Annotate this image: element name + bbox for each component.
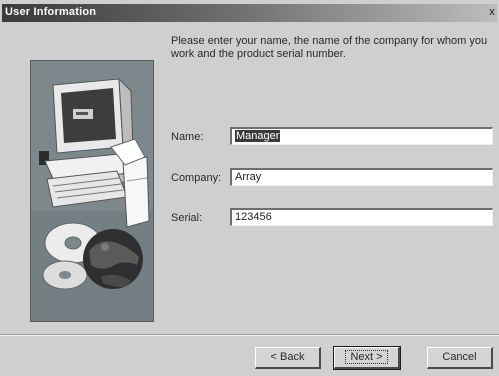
- setup-dialog: User Information x Please enter your nam…: [0, 0, 499, 376]
- company-field[interactable]: Array: [230, 168, 493, 186]
- company-label: Company:: [171, 172, 222, 184]
- instructions-text: Please enter your name, the name of the …: [171, 35, 488, 60]
- serial-label: Serial:: [171, 212, 203, 224]
- title-bar[interactable]: User Information x: [2, 4, 497, 22]
- setup-illustration: [30, 60, 154, 322]
- name-field[interactable]: Manager: [230, 127, 493, 145]
- next-button-label: Next >: [345, 350, 388, 364]
- illustration-svg: [31, 61, 153, 321]
- next-button[interactable]: Next >: [333, 346, 401, 370]
- name-field-value: Manager: [235, 130, 281, 142]
- close-button[interactable]: x: [485, 5, 499, 19]
- name-label: Name:: [171, 131, 204, 143]
- globe-icon: [83, 229, 143, 289]
- button-divider: [0, 334, 499, 336]
- window-title: User Information: [5, 6, 97, 18]
- back-button[interactable]: < Back: [255, 347, 321, 369]
- cancel-button[interactable]: Cancel: [427, 347, 493, 369]
- serial-field[interactable]: 123456: [230, 208, 493, 226]
